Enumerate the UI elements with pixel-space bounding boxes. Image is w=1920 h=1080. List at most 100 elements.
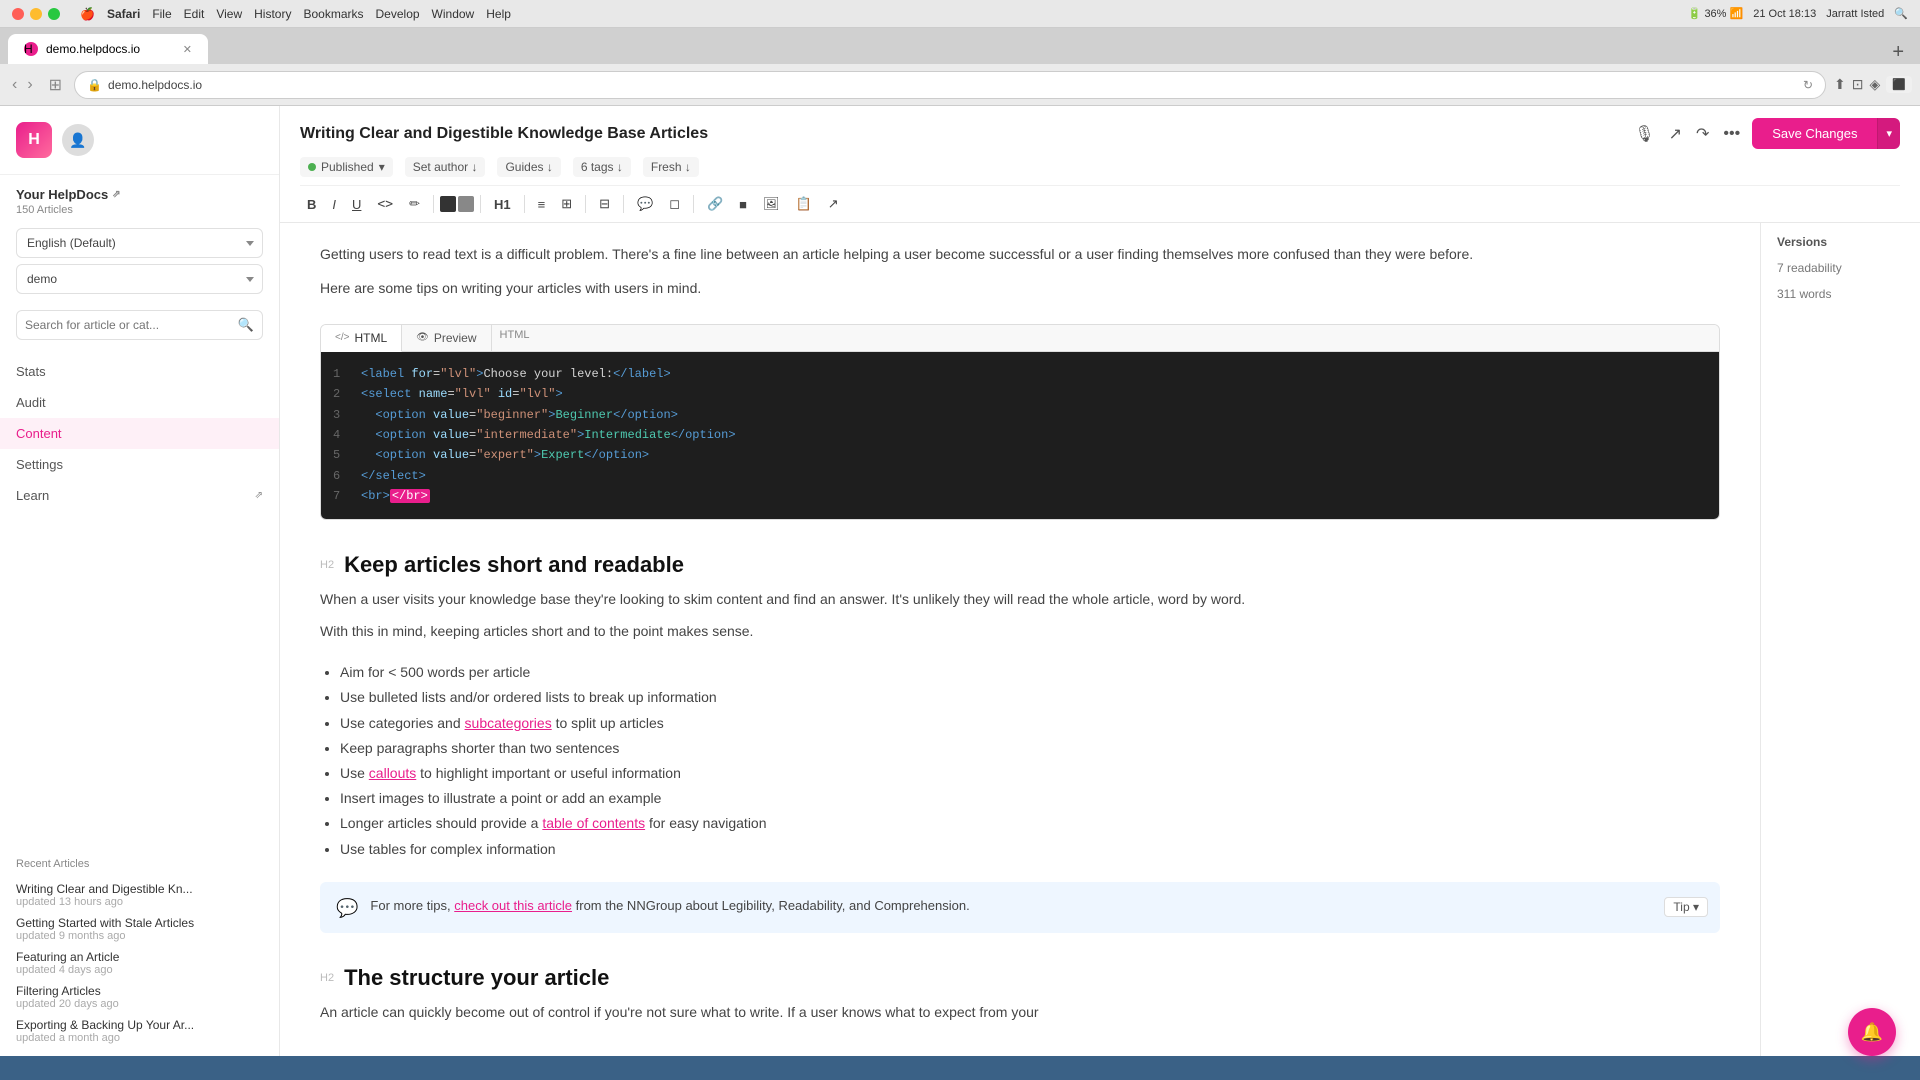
- sidebar-item-audit[interactable]: Audit: [0, 387, 279, 418]
- microphone-icon[interactable]: 🎙: [1634, 124, 1654, 144]
- browser-tab[interactable]: H demo.helpdocs.io ✕: [8, 34, 208, 64]
- sidebar-item-label: Stats: [16, 364, 46, 379]
- url-bar[interactable]: 🔒 demo.helpdocs.io ↻: [74, 71, 1826, 99]
- comment-button[interactable]: 💬: [630, 192, 660, 216]
- search-box[interactable]: 🔍: [16, 310, 263, 340]
- tab-html[interactable]: </> HTML: [321, 325, 402, 352]
- edit-menu[interactable]: Edit: [184, 7, 205, 21]
- callout-button[interactable]: ◻: [662, 192, 687, 216]
- language-select[interactable]: English (Default): [16, 228, 263, 258]
- bold-button[interactable]: B: [300, 193, 323, 216]
- subcategories-link[interactable]: subcategories: [465, 715, 552, 731]
- window-menu[interactable]: Window: [432, 7, 475, 21]
- extensions-button2[interactable]: ⬛: [1886, 76, 1912, 93]
- help-fab[interactable]: 🔔: [1848, 1008, 1896, 1056]
- search-icon[interactable]: 🔍: [238, 317, 254, 333]
- save-dropdown-button[interactable]: ▾: [1877, 118, 1900, 149]
- view-menu[interactable]: View: [216, 7, 242, 21]
- pen-button[interactable]: ✏: [402, 192, 427, 216]
- recent-item-1[interactable]: Getting Started with Stale Articles upda…: [16, 912, 263, 946]
- help-menu[interactable]: Help: [486, 7, 511, 21]
- develop-menu[interactable]: Develop: [376, 7, 420, 21]
- underline-button[interactable]: U: [345, 193, 368, 216]
- browser-actions[interactable]: ⬆ ⊡ ◈ ⬛: [1834, 76, 1912, 93]
- share-article-icon[interactable]: ↗: [1669, 124, 1682, 144]
- bookmarks-menu[interactable]: Bookmarks: [303, 7, 363, 21]
- nav-buttons[interactable]: ‹ ›: [8, 74, 37, 96]
- article-title[interactable]: Writing Clear and Digestible Knowledge B…: [300, 125, 1622, 143]
- sidebar-item-settings[interactable]: Settings: [0, 449, 279, 480]
- dark-swatch[interactable]: [440, 196, 456, 212]
- project-select[interactable]: demo: [16, 264, 263, 294]
- italic-button[interactable]: I: [325, 193, 343, 216]
- status-dot: [308, 163, 316, 171]
- toc-link[interactable]: table of contents: [542, 815, 645, 831]
- external-link-icon: ⇗: [112, 189, 120, 200]
- window-controls[interactable]: [12, 8, 60, 20]
- formatting-bar: B I U <> ✏ H1 ≡ ⊞ ⊟ 💬 ◻: [300, 185, 1900, 222]
- fresh-button[interactable]: Fresh ↓: [643, 157, 699, 177]
- org-name[interactable]: Your HelpDocs ⇗: [16, 187, 263, 202]
- file-menu[interactable]: File: [152, 7, 171, 21]
- image-button[interactable]: ■: [732, 193, 754, 216]
- user-avatar[interactable]: 👤: [62, 124, 94, 156]
- recent-item-3[interactable]: Filtering Articles updated 20 days ago: [16, 980, 263, 1014]
- more-options-icon[interactable]: •••: [1723, 125, 1740, 143]
- extensions-button[interactable]: ◈: [1870, 76, 1881, 93]
- sidebar-item-learn[interactable]: Learn ⇗: [0, 480, 279, 511]
- editor-area[interactable]: Getting users to read text is a difficul…: [280, 223, 1760, 1056]
- close-button[interactable]: [12, 8, 24, 20]
- list-item-1: Use bulleted lists and/or ordered lists …: [340, 685, 1720, 710]
- callout-icon: 💬: [336, 898, 358, 919]
- gray-swatch[interactable]: [458, 196, 474, 212]
- unordered-list-button[interactable]: ⊞: [554, 192, 579, 216]
- callouts-link[interactable]: callouts: [369, 765, 416, 781]
- callout-link[interactable]: check out this article: [454, 898, 572, 913]
- file-button[interactable]: 🖼: [756, 192, 787, 216]
- back-button[interactable]: ‹: [8, 74, 21, 96]
- guides-button[interactable]: Guides ↓: [497, 157, 560, 177]
- save-button-group: Save Changes ▾: [1752, 118, 1900, 149]
- forward-button[interactable]: ›: [23, 74, 36, 96]
- code-line-4: 4 <option value="intermediate">Intermedi…: [333, 425, 1707, 445]
- refresh-icon[interactable]: ↻: [1803, 78, 1813, 92]
- new-window-button[interactable]: ⊡: [1852, 76, 1864, 93]
- tags-button[interactable]: 6 tags ↓: [573, 157, 631, 177]
- new-tab-button[interactable]: +: [1892, 41, 1904, 64]
- apple-menu[interactable]: 🍎: [80, 7, 95, 21]
- search-input[interactable]: [25, 318, 232, 332]
- published-status[interactable]: Published ▾: [300, 157, 393, 177]
- sidebar-item-content[interactable]: Content: [0, 418, 279, 449]
- minimize-button[interactable]: [30, 8, 42, 20]
- external-link-button[interactable]: ↗: [821, 192, 846, 216]
- history-menu[interactable]: History: [254, 7, 291, 21]
- link-button[interactable]: 🔗: [700, 192, 730, 216]
- set-author-button[interactable]: Set author ↓: [405, 157, 486, 177]
- save-changes-button[interactable]: Save Changes: [1752, 118, 1877, 149]
- readability-stat: 7 readability: [1777, 261, 1904, 275]
- ordered-list-button[interactable]: ≡: [531, 193, 553, 216]
- callout-box: 💬 For more tips, check out this article …: [320, 882, 1720, 933]
- recent-item-0[interactable]: Writing Clear and Digestible Kn... updat…: [16, 878, 263, 912]
- code-line-7: 7 <br></br>: [333, 486, 1707, 506]
- sidebar-item-stats[interactable]: Stats: [0, 356, 279, 387]
- recent-item-2[interactable]: Featuring an Article updated 4 days ago: [16, 946, 263, 980]
- code-editor[interactable]: 1 <label for="lvl">Choose your level:</l…: [321, 352, 1719, 519]
- sidebar-toggle[interactable]: ⊞: [45, 73, 66, 97]
- learn-external-icon: ⇗: [255, 490, 263, 501]
- table-button[interactable]: ⊟: [592, 192, 617, 216]
- tab-title: demo.helpdocs.io: [46, 42, 140, 56]
- redo-icon[interactable]: ↷: [1696, 124, 1709, 144]
- callout-badge[interactable]: Tip ▾: [1664, 897, 1708, 917]
- search-icon[interactable]: 🔍: [1894, 7, 1908, 20]
- embed-button[interactable]: 📋: [789, 192, 819, 216]
- heading-button[interactable]: H1: [487, 193, 518, 216]
- tab-preview[interactable]: 👁 Preview: [402, 325, 491, 351]
- code-button[interactable]: <>: [370, 193, 400, 216]
- recent-item-4[interactable]: Exporting & Backing Up Your Ar... update…: [16, 1014, 263, 1048]
- tab-close[interactable]: ✕: [183, 43, 192, 56]
- share-button[interactable]: ⬆: [1834, 76, 1846, 93]
- safari-menu[interactable]: Safari: [107, 7, 140, 21]
- maximize-button[interactable]: [48, 8, 60, 20]
- right-panel: Versions 7 readability 311 words: [1760, 223, 1920, 1056]
